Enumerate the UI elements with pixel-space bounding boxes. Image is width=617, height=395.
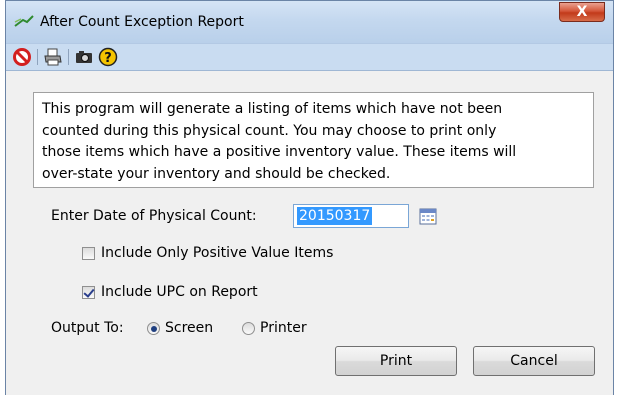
print-icon[interactable] bbox=[43, 47, 63, 67]
include-upc-checkbox[interactable] bbox=[82, 286, 95, 299]
date-label: Enter Date of Physical Count: bbox=[51, 208, 257, 224]
cancel-button[interactable]: Cancel bbox=[473, 346, 595, 376]
app-icon bbox=[14, 15, 34, 27]
print-button[interactable]: Print bbox=[335, 346, 457, 376]
help-icon[interactable]: ? bbox=[98, 47, 118, 67]
date-value: 20150317 bbox=[297, 207, 373, 225]
printer-radio[interactable] bbox=[242, 322, 255, 335]
description-text: This program will generate a listing of … bbox=[33, 92, 594, 188]
close-icon: X bbox=[576, 4, 588, 20]
positive-only-checkbox[interactable] bbox=[82, 247, 95, 260]
svg-text:?: ? bbox=[104, 51, 112, 66]
toolbar: ? bbox=[6, 43, 613, 71]
screen-radio[interactable] bbox=[147, 322, 160, 335]
positive-only-label: Include Only Positive Value Items bbox=[101, 245, 334, 261]
toolbar-separator bbox=[37, 49, 38, 65]
close-button[interactable]: X bbox=[559, 2, 605, 22]
camera-icon[interactable] bbox=[74, 47, 94, 67]
toolbar-separator bbox=[68, 49, 69, 65]
title-bar: After Count Exception Report X bbox=[6, 1, 613, 43]
include-upc-label: Include UPC on Report bbox=[101, 284, 258, 300]
output-label: Output To: bbox=[51, 320, 124, 336]
calendar-icon[interactable] bbox=[418, 206, 438, 226]
printer-radio-label: Printer bbox=[260, 320, 307, 336]
dialog-window: After Count Exception Report X ? This pr… bbox=[5, 0, 614, 395]
date-field[interactable]: 20150317 bbox=[293, 204, 409, 228]
cancel-icon[interactable] bbox=[12, 47, 32, 67]
screen-radio-label: Screen bbox=[165, 320, 214, 336]
window-title: After Count Exception Report bbox=[40, 14, 244, 30]
